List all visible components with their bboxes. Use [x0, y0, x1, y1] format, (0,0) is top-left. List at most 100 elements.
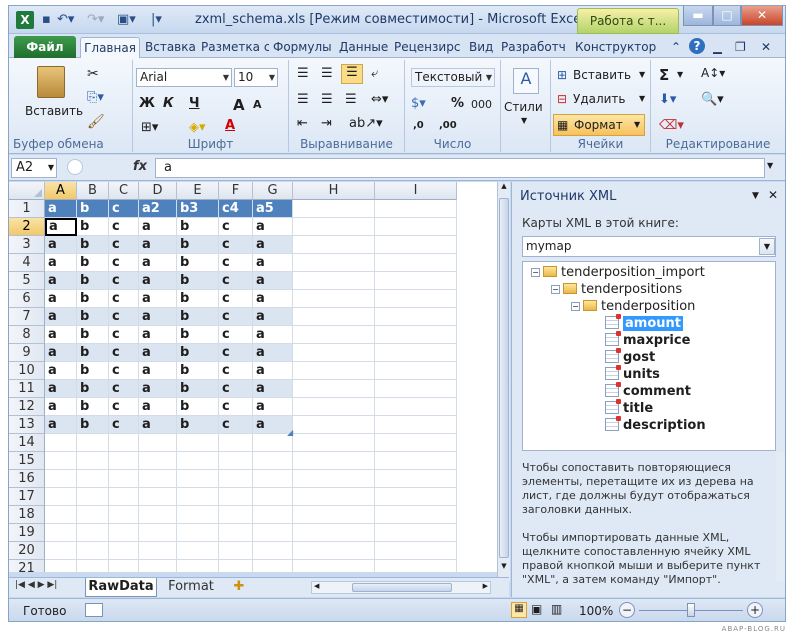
worksheet-grid[interactable]: A B C D E F G H I 1 a b c a2 b3 c4 a5 2 a b c a b c a 3 a b c a b c a 4 a b…	[9, 182, 509, 572]
tree-leaf-amount[interactable]: amount	[605, 314, 683, 332]
horizontal-scrollbar[interactable]: ◀ ▶	[311, 581, 491, 594]
cell[interactable]	[219, 560, 253, 572]
cell[interactable]	[45, 506, 77, 524]
table-cell[interactable]: a	[45, 416, 77, 434]
cell[interactable]	[293, 560, 375, 572]
tree-leaf-title[interactable]: title	[605, 399, 653, 417]
cell[interactable]	[139, 434, 177, 452]
cell[interactable]	[109, 434, 139, 452]
table-cell[interactable]: c	[109, 236, 139, 254]
tree-leaf-units[interactable]: units	[605, 365, 660, 383]
table-cell[interactable]: b	[177, 218, 219, 236]
row-header[interactable]: 15	[9, 452, 45, 470]
tab-design[interactable]: Конструктор	[575, 37, 669, 58]
column-header[interactable]: A	[45, 182, 77, 200]
cell[interactable]	[375, 236, 457, 254]
table-header-cell[interactable]: a	[45, 200, 77, 218]
find-select-icon[interactable]: 🔍▾	[701, 92, 724, 107]
cell[interactable]	[253, 524, 293, 542]
cell[interactable]	[45, 470, 77, 488]
formula-input[interactable]: a	[155, 158, 765, 178]
bold-button[interactable]: Ж	[139, 96, 155, 111]
cell[interactable]	[293, 452, 375, 470]
cell[interactable]	[177, 506, 219, 524]
row-header[interactable]: 4	[9, 254, 45, 272]
table-cell[interactable]: c	[109, 380, 139, 398]
table-cell[interactable]: b	[177, 416, 219, 434]
column-header[interactable]: E	[177, 182, 219, 200]
row-header[interactable]: 5	[9, 272, 45, 290]
scroll-right-icon[interactable]: ▶	[483, 582, 488, 590]
cell[interactable]	[109, 452, 139, 470]
expand-formula-bar-icon[interactable]: ▼	[767, 161, 773, 170]
page-layout-view-icon[interactable]: ▣	[531, 602, 542, 616]
table-header-cell[interactable]: a5	[253, 200, 293, 218]
cell[interactable]	[293, 542, 375, 560]
macro-record-icon[interactable]	[85, 603, 103, 617]
cell[interactable]	[139, 542, 177, 560]
decrease-indent-icon[interactable]: ⇤	[297, 116, 308, 131]
table-cell[interactable]: b	[77, 254, 109, 272]
name-box[interactable]: A2 ▼	[11, 158, 57, 178]
table-cell[interactable]: a	[45, 308, 77, 326]
table-cell[interactable]: b	[177, 344, 219, 362]
cell[interactable]	[177, 542, 219, 560]
cut-icon[interactable]: ✂	[87, 66, 99, 82]
vertical-scroll-thumb[interactable]	[499, 198, 509, 558]
table-cell[interactable]: c	[109, 218, 139, 236]
cell[interactable]	[293, 506, 375, 524]
undo-icon[interactable]: ↶▾	[57, 12, 74, 27]
cell[interactable]	[253, 452, 293, 470]
cell[interactable]	[253, 542, 293, 560]
cell[interactable]	[375, 524, 457, 542]
align-left-icon[interactable]: ☰	[297, 92, 309, 107]
tree-leaf-comment[interactable]: comment	[605, 382, 691, 400]
table-cell[interactable]: a	[253, 362, 293, 380]
table-cell[interactable]: a	[139, 344, 177, 362]
borders-icon[interactable]: ⊞▾	[141, 120, 158, 135]
cell[interactable]	[219, 470, 253, 488]
cell[interactable]	[177, 452, 219, 470]
cell[interactable]	[375, 506, 457, 524]
clear-icon[interactable]: ⌫▾	[659, 118, 684, 133]
table-cell[interactable]: a	[45, 398, 77, 416]
fill-icon[interactable]: ⬇▾	[659, 92, 676, 107]
table-header-cell[interactable]: c	[109, 200, 139, 218]
table-cell[interactable]: a	[253, 308, 293, 326]
cell[interactable]	[219, 542, 253, 560]
cell[interactable]	[375, 308, 457, 326]
cell[interactable]	[293, 470, 375, 488]
cell[interactable]	[253, 488, 293, 506]
table-cell[interactable]: a	[45, 362, 77, 380]
insert-cells-button[interactable]: Вставить	[573, 68, 631, 82]
insert-dropdown-icon[interactable]: ▼	[639, 70, 645, 79]
row-header[interactable]: 3	[9, 236, 45, 254]
table-cell[interactable]: c	[109, 416, 139, 434]
insert-sheet-icon[interactable]: ✚	[225, 578, 253, 597]
cell[interactable]	[139, 524, 177, 542]
table-cell[interactable]: b	[177, 398, 219, 416]
table-cell[interactable]: a	[139, 308, 177, 326]
table-cell[interactable]: c	[109, 254, 139, 272]
insert-cells-icon[interactable]: ⊞	[557, 68, 567, 82]
tab-data[interactable]: Данные	[339, 37, 389, 58]
tree-node-tenderpositions[interactable]: − tenderpositions	[551, 282, 682, 298]
table-cell[interactable]: a	[139, 416, 177, 434]
table-cell[interactable]: a	[139, 362, 177, 380]
table-cell[interactable]: c	[219, 416, 253, 434]
collapse-icon[interactable]: −	[571, 302, 580, 311]
align-bottom-icon[interactable]: ☰	[341, 64, 363, 84]
cell[interactable]	[77, 524, 109, 542]
table-header-cell[interactable]: a2	[139, 200, 177, 218]
table-cell[interactable]: c	[219, 326, 253, 344]
chevron-up-icon[interactable]: ⌃	[671, 37, 681, 58]
row-header[interactable]: 8	[9, 326, 45, 344]
currency-icon[interactable]: $▾	[411, 96, 426, 111]
column-header[interactable]: B	[77, 182, 109, 200]
column-header[interactable]: I	[375, 182, 457, 200]
table-cell[interactable]: b	[77, 398, 109, 416]
cell[interactable]	[375, 290, 457, 308]
table-resize-handle-icon[interactable]: ◢	[287, 428, 293, 437]
pane-options-icon[interactable]: ▼	[752, 191, 759, 201]
decrease-decimal-button[interactable]: ,00	[439, 120, 457, 131]
